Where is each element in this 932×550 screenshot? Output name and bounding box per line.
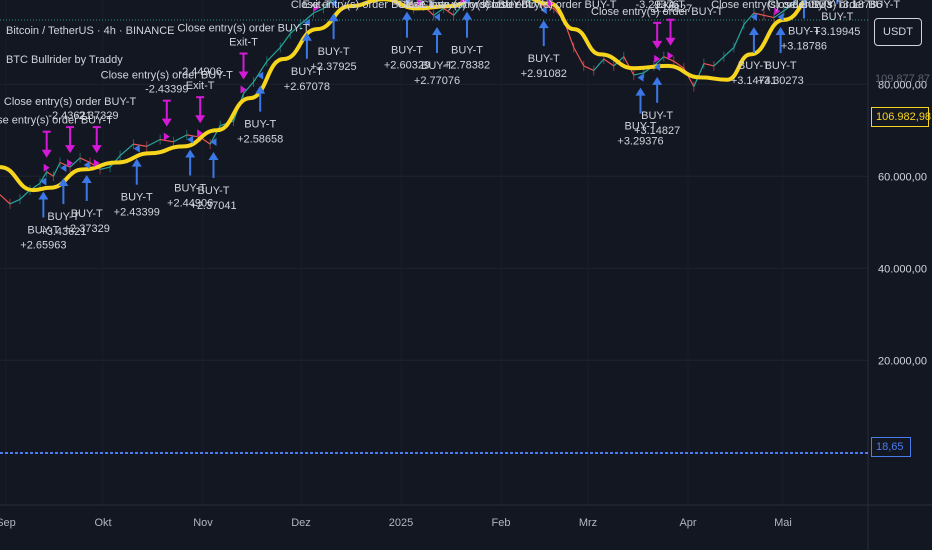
currency-button[interactable]: USDT	[874, 18, 922, 46]
price-chart[interactable]: 20.000,0040.000,0060.000,0080.000,00 BUY…	[0, 0, 932, 550]
buy-signal-label: +3.30273	[758, 75, 804, 87]
exit-signal-label: -2.37329	[75, 110, 118, 122]
current-price-tag: 106.982,98	[871, 107, 931, 127]
buy-signal-label: +2.65963	[20, 239, 66, 251]
x-tick-label: Okt	[94, 517, 111, 529]
buy-signal-label: BUY-T	[821, 11, 853, 23]
buy-signal-label: BUY-T	[641, 110, 673, 122]
buy-signal-label: BUY-T	[71, 208, 103, 220]
x-tick-label: Dez	[291, 517, 311, 529]
x-tick-label: Sep	[0, 517, 16, 529]
indicator-title: BTC Bullrider by Traddy	[6, 54, 123, 66]
x-tick-label: Feb	[492, 517, 511, 529]
x-tick-label: Mai	[774, 517, 792, 529]
high-price-label: 109.877,87	[875, 73, 931, 85]
buy-signal-label: BUY-T	[765, 60, 797, 72]
exit-signal-label: -3.18786	[839, 0, 882, 11]
buy-signal-label: BUY-T	[318, 46, 350, 58]
buy-signal-label: +2.43399	[114, 207, 160, 219]
x-tick-label: Mrz	[579, 517, 597, 529]
buy-signal-label: BUY-T	[391, 45, 423, 57]
buy-signal-label: +3.19945	[814, 26, 860, 38]
x-tick-label: Nov	[193, 517, 213, 529]
y-tick-label: 60.000,00	[878, 171, 927, 183]
buy-signal-label: +3.14827	[634, 125, 680, 137]
exit-signal-label: -2.43399	[145, 84, 188, 96]
indicator-value-tag: 18,65	[871, 437, 911, 457]
y-tick-label: 20.000,00	[878, 355, 927, 367]
buy-signal-label: +2.37329	[64, 223, 110, 235]
buy-signal-label: BUY-T	[244, 119, 276, 131]
exit-signal-label: Exit-T	[229, 37, 258, 49]
buy-signal-label: BUY-T	[528, 53, 560, 65]
buy-signal-label: +3.29376	[617, 136, 663, 148]
buy-signal-label: +2.78382	[444, 60, 490, 72]
buy-signal-label: +2.37925	[310, 61, 356, 73]
exit-signal-label: Close entry(s) order BUY-T	[4, 96, 137, 108]
exit-signal-label: Close entry(s) order BUY-T	[177, 23, 310, 35]
buy-signal-label: +2.91082	[521, 68, 567, 80]
buy-signal-label: +2.77076	[414, 75, 460, 87]
symbol-title: Bitcoin / TetherUS · 4h · BINANCE	[6, 25, 175, 37]
exit-signal-label: -3.14827	[649, 3, 692, 15]
y-tick-label: 40.000,00	[878, 263, 927, 275]
exit-signal-label: -2.44906	[178, 66, 221, 78]
x-tick-label: Apr	[679, 517, 696, 529]
buy-signal-label: BUY-T	[197, 185, 229, 197]
buy-signal-label: +2.37041	[190, 200, 236, 212]
buy-signal-label: +2.58658	[237, 134, 283, 146]
buy-signal-label: BUY-T	[451, 45, 483, 57]
buy-signal-label: +2.67078	[284, 81, 330, 93]
buy-signal-label: BUY-T	[121, 192, 153, 204]
x-tick-label: 2025	[389, 517, 413, 529]
buy-signal-label: +3.18786	[781, 41, 827, 53]
exit-signal-label: Exit-T	[186, 80, 215, 92]
